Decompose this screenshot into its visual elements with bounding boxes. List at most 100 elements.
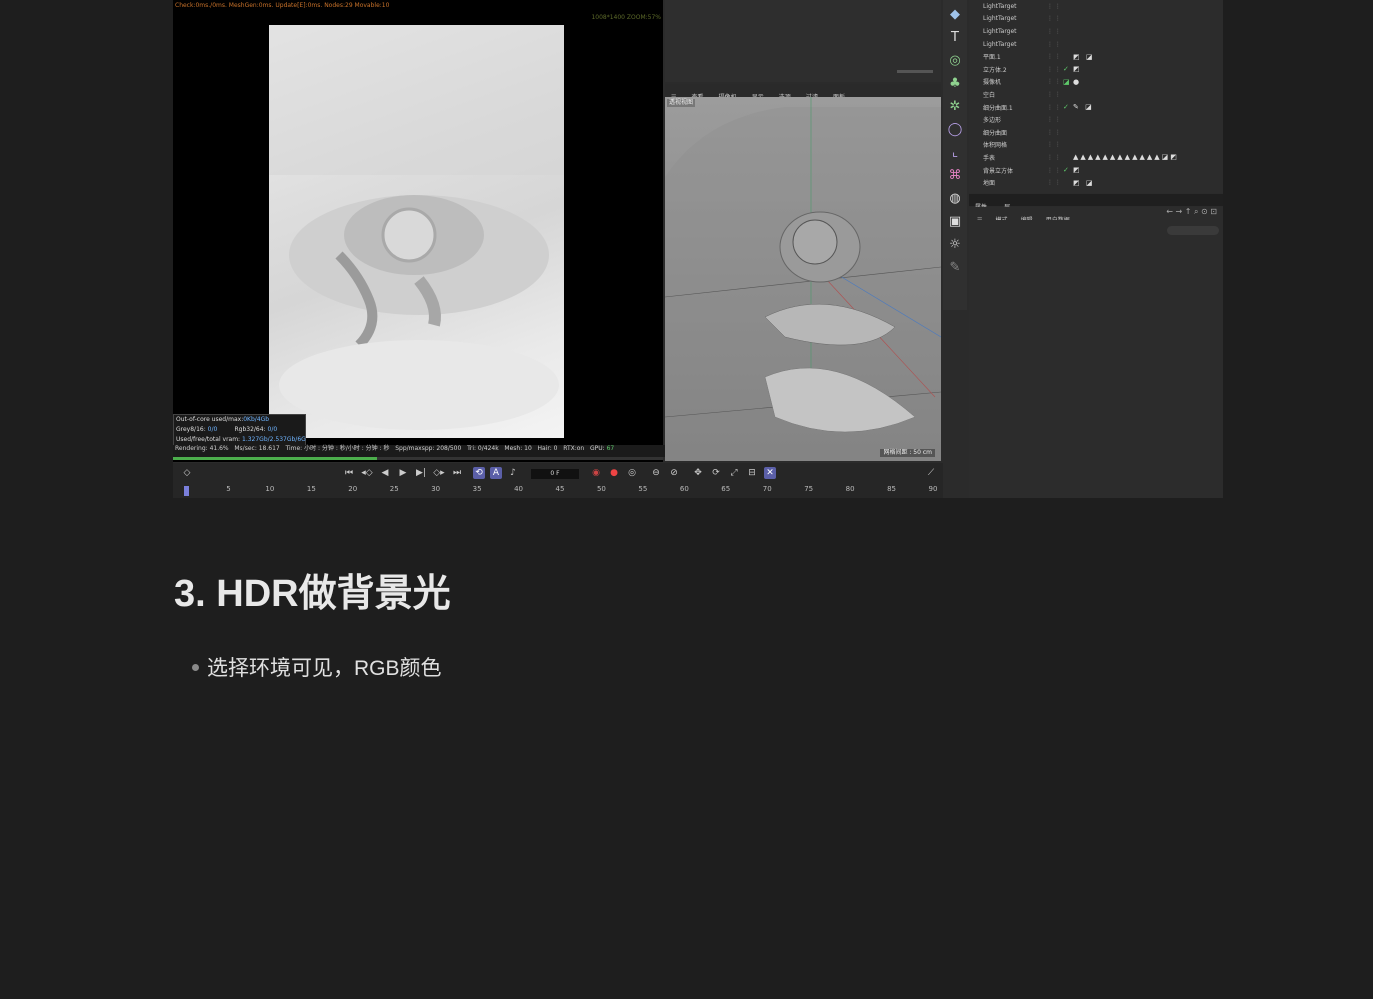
deformer-icon[interactable]: ◯ — [946, 120, 964, 138]
light-icon[interactable]: ☼ — [946, 235, 964, 253]
object-row[interactable]: 细分曲面 ⋮ ⋮ — [969, 126, 1223, 139]
timeline-tick: 20 — [348, 485, 358, 493]
attribute-search-input[interactable] — [1167, 226, 1219, 235]
move-key-icon[interactable]: ✥ — [692, 467, 704, 479]
3d-viewport[interactable]: 透视视图 网格间距 : 50 cm — [665, 97, 941, 461]
c4d-screenshot: Check:0ms./0ms. MeshGen:0ms. Update[E]:0… — [173, 0, 1223, 498]
visibility-dots-icon[interactable]: ⋮ ⋮ — [1047, 141, 1063, 148]
object-row[interactable]: 背景立方体 ⋮ ⋮ ✓ ◩ — [969, 164, 1223, 177]
object-tags[interactable]: ▲▲▲▲▲▲▲▲▲▲▲▲◪◩ — [1073, 153, 1179, 161]
timeline-tick: 45 — [555, 485, 565, 493]
object-name: 细分曲面 — [983, 129, 1008, 137]
scale-key-icon[interactable]: ⤢ — [728, 467, 740, 479]
stats-row: Grey8/16: 0/0 Rgb32/64: 0/0 — [176, 426, 278, 433]
object-tags[interactable]: ◩ — [1073, 166, 1082, 174]
enable-check-icon[interactable]: ✓ — [1063, 103, 1073, 111]
object-tags[interactable]: ✎ ◪ — [1073, 103, 1094, 111]
object-row[interactable]: LightTarget ⋮ ⋮ — [969, 0, 1223, 13]
go-to-start-icon[interactable]: ⏮ — [343, 467, 355, 479]
object-tags[interactable]: ◩ ◪ — [1073, 179, 1094, 187]
object-row[interactable]: 摄像机 ⋮ ⋮ ◪ ● — [969, 76, 1223, 89]
autokey-record-icon[interactable]: ● — [608, 467, 620, 479]
graph-icon[interactable]: ⟋ — [925, 467, 937, 479]
spline-icon[interactable]: ⌘ — [946, 166, 964, 184]
text-icon[interactable]: T — [946, 28, 964, 46]
prev-frame-icon[interactable]: ◀ — [379, 467, 391, 479]
object-row[interactable]: 空白 ⋮ ⋮ — [969, 88, 1223, 101]
object-row[interactable]: 地面 ⋮ ⋮ ◩ ◪ — [969, 176, 1223, 189]
object-row[interactable]: 多边形 ⋮ ⋮ — [969, 113, 1223, 126]
object-row[interactable]: LightTarget ⋮ ⋮ — [969, 13, 1223, 26]
vertical-toolbar: ◆ T ◎ ♣ ✲ ◯ ⌞ ⌘ ◍ ▣ ☼ ✎ — [943, 0, 967, 310]
next-frame-icon[interactable]: ▶| — [415, 467, 427, 479]
toggle-icon[interactable]: ⊟ — [746, 467, 758, 479]
timeline-tick: 30 — [431, 485, 441, 493]
keyframe-selection-icon[interactable]: ◎ — [626, 467, 638, 479]
object-name: 体积网格 — [983, 142, 1008, 150]
zoom-slider[interactable] — [897, 70, 933, 73]
object-row[interactable]: 平面.1 ⋮ ⋮ ◩ ◪ — [969, 50, 1223, 63]
visibility-dots-icon[interactable]: ⋮ ⋮ — [1047, 15, 1063, 22]
prev-key-icon[interactable]: ◂◇ — [361, 467, 373, 479]
object-row[interactable]: LightTarget ⋮ ⋮ — [969, 38, 1223, 51]
enable-check-icon[interactable]: ◪ — [1063, 78, 1073, 86]
param-icon[interactable]: ⊘ — [668, 467, 680, 479]
timeline-tick: 10 — [265, 485, 275, 493]
visibility-dots-icon[interactable]: ⋮ ⋮ — [1047, 104, 1063, 111]
edit-icon[interactable]: ✎ — [946, 258, 964, 276]
generator-icon[interactable]: ◎ — [946, 51, 964, 69]
visibility-dots-icon[interactable]: ⋮ ⋮ — [1047, 66, 1063, 73]
attribute-tabs: 属性 层 — [969, 194, 1223, 211]
render-progress-bar — [173, 457, 663, 460]
object-tags[interactable]: ● — [1073, 78, 1081, 86]
object-row[interactable]: LightTarget ⋮ ⋮ — [969, 25, 1223, 38]
viewport-top-panel — [665, 0, 941, 82]
effector-icon[interactable]: ✲ — [946, 97, 964, 115]
current-frame-field[interactable]: 0 F — [531, 469, 579, 479]
visibility-dots-icon[interactable]: ⋮ ⋮ — [1047, 179, 1063, 186]
object-name: 立方体.2 — [983, 66, 1007, 74]
cloner-icon[interactable]: ♣ — [946, 74, 964, 92]
object-row[interactable]: 手表 ⋮ ⋮ ▲▲▲▲▲▲▲▲▲▲▲▲◪◩ — [969, 151, 1223, 164]
timeline-ruler[interactable]: 051015202530354045505560657075808590 — [173, 483, 943, 498]
camera-icon[interactable]: ▣ — [946, 212, 964, 230]
viewport-menubar: ☰ 查看 摄像机 显示 选项 过滤 面板 — [665, 84, 941, 101]
visibility-dots-icon[interactable]: ⋮ ⋮ — [1047, 3, 1063, 10]
visibility-dots-icon[interactable]: ⋮ ⋮ — [1047, 78, 1063, 85]
visibility-dots-icon[interactable]: ⋮ ⋮ — [1047, 116, 1063, 123]
object-tags[interactable]: ◩ — [1073, 65, 1082, 73]
field-icon[interactable]: ⌞ — [946, 143, 964, 161]
visibility-dots-icon[interactable]: ⋮ ⋮ — [1047, 154, 1063, 161]
attribute-menubar: ☰ 模式 编辑 用户数据 ← → ↑ ⌕ ⊙ ⊡ — [969, 207, 1223, 224]
rotate-key-icon[interactable]: ⟳ — [710, 467, 722, 479]
render-stats-box: Out-of-core used/max:0Kb/4Gb Grey8/16: 0… — [173, 414, 306, 446]
object-row[interactable]: 体积网格 ⋮ ⋮ — [969, 139, 1223, 152]
auto-key-icon[interactable]: A — [490, 467, 502, 479]
nav-arrows-icon[interactable]: ← → ↑ ⌕ ⊙ ⊡ — [1166, 207, 1217, 217]
enable-check-icon[interactable]: ✓ — [1063, 166, 1073, 174]
object-row[interactable]: 细分曲面.1 ⋮ ⋮ ✓ ✎ ◪ — [969, 101, 1223, 114]
visibility-dots-icon[interactable]: ⋮ ⋮ — [1047, 53, 1063, 60]
pla-icon[interactable]: ⊖ — [650, 467, 662, 479]
object-row[interactable]: 立方体.2 ⋮ ⋮ ✓ ◩ — [969, 63, 1223, 76]
playhead[interactable] — [184, 486, 189, 496]
visibility-dots-icon[interactable]: ⋮ ⋮ — [1047, 41, 1063, 48]
stats-row: Used/free/total vram: 1.327Gb/2.537Gb/6G — [176, 436, 306, 443]
go-to-end-icon[interactable]: ⏭ — [451, 467, 463, 479]
play-icon[interactable]: ▶ — [397, 467, 409, 479]
enable-check-icon[interactable]: ✓ — [1063, 65, 1073, 73]
cube-icon[interactable]: ◆ — [946, 5, 964, 23]
visibility-dots-icon[interactable]: ⋮ ⋮ — [1047, 129, 1063, 136]
object-tags[interactable]: ◩ ◪ — [1073, 53, 1094, 61]
visibility-dots-icon[interactable]: ⋮ ⋮ — [1047, 28, 1063, 35]
environment-icon[interactable]: ◍ — [946, 189, 964, 207]
next-key-icon[interactable]: ◇▸ — [433, 467, 445, 479]
sound-icon[interactable]: ♪ — [507, 467, 519, 479]
keyframe-icon[interactable]: ◇ — [181, 467, 193, 479]
visibility-dots-icon[interactable]: ⋮ ⋮ — [1047, 91, 1063, 98]
snap-icon[interactable]: ✕ — [764, 467, 776, 479]
loop-icon[interactable]: ⟲ — [473, 467, 485, 479]
visibility-dots-icon[interactable]: ⋮ ⋮ — [1047, 167, 1063, 174]
record-icon[interactable]: ◉ — [590, 467, 602, 479]
object-name: 地面 — [983, 180, 996, 188]
